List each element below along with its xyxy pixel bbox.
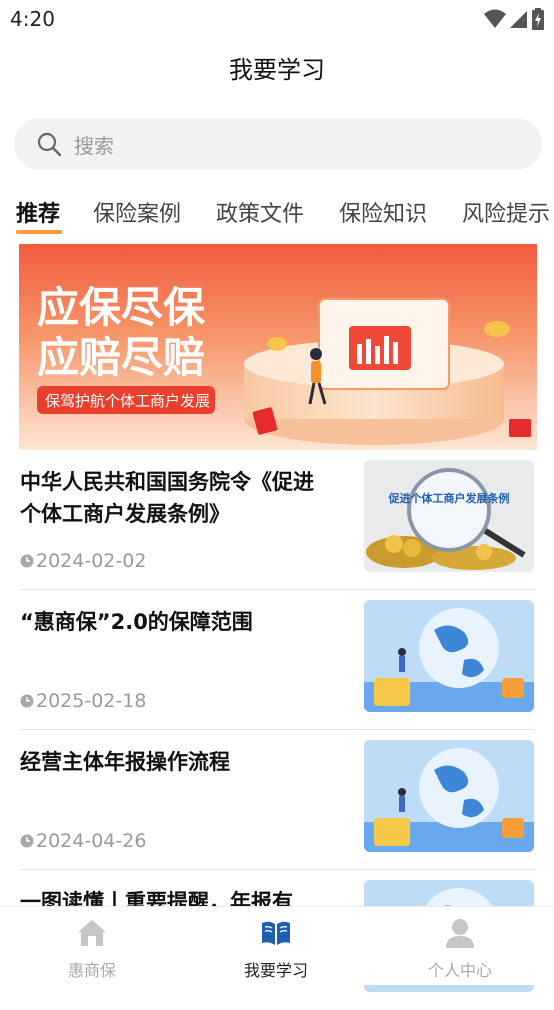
status-bar: 4:20 bbox=[0, 0, 554, 38]
nav-label: 我要学习 bbox=[243, 961, 308, 980]
article-date: 2024-02-02 bbox=[20, 550, 146, 572]
page-title: 我要学习 bbox=[229, 56, 325, 84]
home-icon bbox=[78, 920, 106, 946]
article-title: “惠商保”2.0的保障范围 bbox=[20, 610, 253, 634]
nav-item-home[interactable]: 惠商保 bbox=[0, 907, 184, 985]
article-date: 2024-04-26 bbox=[20, 830, 146, 852]
nav-label: 个人中心 bbox=[427, 961, 492, 980]
bottom-nav: 惠商保 我要学习 个人中心 bbox=[0, 906, 554, 985]
article-thumbnail: 促进个体工商户发展条例 bbox=[364, 460, 534, 572]
clock-icon bbox=[20, 694, 34, 708]
clock-icon bbox=[20, 834, 34, 848]
article-title: 中华人民共和国国务院令《促进个体工商户发展条例》 bbox=[20, 470, 314, 526]
wifi-icon bbox=[484, 9, 506, 28]
signal-icon bbox=[510, 11, 527, 28]
article-date-text: 2024-04-26 bbox=[36, 830, 147, 852]
search-icon bbox=[37, 132, 62, 157]
article-thumbnail bbox=[364, 740, 534, 852]
tab-policy-documents[interactable]: 政策文件 bbox=[216, 196, 304, 228]
article-date: 2025-02-18 bbox=[20, 690, 146, 712]
article-title: 经营主体年报操作流程 bbox=[20, 750, 230, 774]
battery-icon bbox=[532, 8, 544, 30]
book-icon bbox=[262, 921, 290, 945]
promo-banner[interactable]: 应保尽保 应赔尽赔 保驾护航个体工商户发展 bbox=[19, 244, 537, 450]
clock-icon bbox=[20, 554, 34, 568]
tab-recommend[interactable]: 推荐 bbox=[16, 196, 60, 228]
article-item[interactable]: “惠商保”2.0的保障范围 2025-02-18 bbox=[0, 590, 554, 730]
search-bar[interactable]: 搜索 bbox=[14, 118, 542, 170]
tab-risk-alerts[interactable]: 风险提示 bbox=[462, 196, 550, 228]
status-icons bbox=[484, 8, 544, 30]
banner-illustration: 应保尽保 应赔尽赔 保驾护航个体工商户发展 bbox=[19, 244, 537, 450]
article-date-text: 2025-02-18 bbox=[36, 690, 147, 712]
nav-item-learn[interactable]: 我要学习 bbox=[184, 907, 368, 985]
category-tabs: 推荐 保险案例 政策文件 保险知识 风险提示 bbox=[0, 190, 554, 240]
article-date-text: 2024-02-02 bbox=[36, 550, 147, 572]
active-tab-indicator bbox=[16, 230, 62, 234]
banner-line2: 应赔尽赔 bbox=[37, 334, 205, 381]
article-item[interactable]: 经营主体年报操作流程 2024-04-26 bbox=[0, 730, 554, 870]
status-time: 4:20 bbox=[10, 7, 55, 31]
tab-insurance-knowledge[interactable]: 保险知识 bbox=[339, 196, 427, 228]
nav-item-profile[interactable]: 个人中心 bbox=[368, 907, 552, 985]
thumbnail-caption: 促进个体工商户发展条例 bbox=[388, 491, 510, 505]
banner-tagline: 保驾护航个体工商户发展 bbox=[45, 393, 210, 410]
person-icon bbox=[446, 919, 474, 948]
tab-insurance-cases[interactable]: 保险案例 bbox=[93, 196, 181, 228]
banner-line1: 应保尽保 bbox=[37, 284, 206, 331]
article-item[interactable]: 中华人民共和国国务院令《促进个体工商户发展条例》 2024-02-02 促进个体… bbox=[0, 450, 554, 590]
article-thumbnail bbox=[364, 600, 534, 712]
search-placeholder: 搜索 bbox=[74, 133, 114, 158]
nav-label: 惠商保 bbox=[67, 961, 116, 980]
